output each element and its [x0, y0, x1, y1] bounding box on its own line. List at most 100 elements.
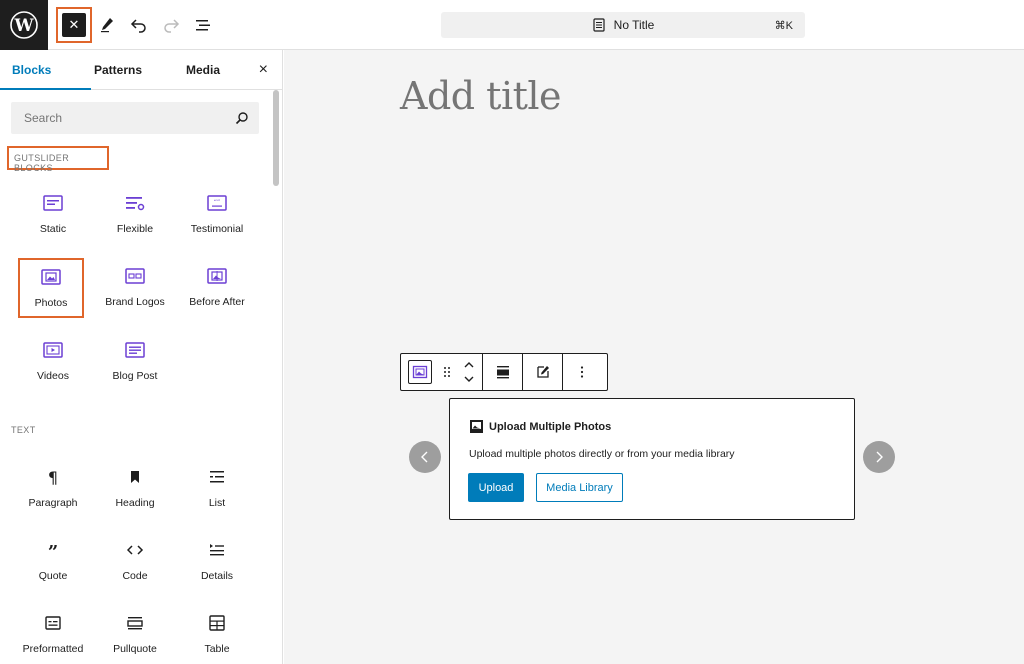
block-label: Preformatted: [22, 643, 84, 655]
panel-scrollbar[interactable]: [273, 90, 279, 186]
block-label: Brand Logos: [105, 296, 165, 308]
block-label: Paragraph: [28, 497, 78, 509]
block-label: List: [208, 497, 226, 509]
tools-button[interactable]: [92, 10, 122, 40]
edit-icon: [536, 366, 549, 378]
redo-button[interactable]: [156, 10, 186, 40]
block-details[interactable]: Details: [176, 531, 258, 597]
align-button[interactable]: [491, 354, 515, 390]
tab-patterns[interactable]: Patterns: [94, 50, 142, 90]
editor-header: W ✕ No Title ⌘K: [0, 0, 1024, 50]
block-code[interactable]: Code: [94, 531, 176, 597]
block-toolbar: [400, 353, 608, 391]
gallery-icon: [470, 420, 483, 433]
paragraph-icon: ¶: [48, 468, 58, 486]
block-label: Quote: [38, 570, 68, 582]
wordpress-logo-icon[interactable]: W: [0, 0, 48, 50]
gutslider-blocks-heading: GUTSLIDER BLOCKS: [7, 146, 109, 173]
block-pullquote[interactable]: Pullquote: [94, 604, 176, 664]
redo-icon: [164, 19, 180, 33]
static-slider-icon: [43, 195, 63, 211]
block-label: Testimonial: [190, 223, 244, 235]
block-label: Flexible: [116, 223, 154, 235]
svg-text:”: ”: [48, 542, 58, 559]
block-type-button[interactable]: [408, 360, 432, 384]
drag-handle[interactable]: [438, 354, 456, 390]
pencil-icon: [101, 18, 113, 33]
placeholder-title: Upload Multiple Photos: [469, 419, 611, 434]
undo-button[interactable]: [124, 10, 154, 40]
chevron-right-icon: [876, 451, 883, 463]
media-library-button[interactable]: Media Library: [536, 473, 623, 502]
block-label: Details: [200, 570, 234, 582]
command-shortcut: ⌘K: [774, 19, 793, 32]
block-videos[interactable]: Videos: [12, 331, 94, 397]
search-icon: [235, 112, 248, 125]
upload-photos-placeholder: Upload Multiple Photos Upload multiple p…: [449, 398, 855, 520]
block-blog-post[interactable]: Blog Post: [94, 331, 176, 397]
list-view-icon: [196, 20, 210, 31]
block-list[interactable]: List: [176, 458, 258, 524]
block-inserter-panel: Blocks Patterns Media × GUTSLIDER BLOCKS…: [0, 50, 283, 664]
block-flexible[interactable]: Flexible: [94, 184, 176, 250]
placeholder-title-text: Upload Multiple Photos: [489, 420, 612, 433]
block-label: Code: [122, 570, 148, 582]
close-icon: ✕: [68, 17, 80, 32]
block-paragraph[interactable]: ¶ Paragraph: [12, 458, 94, 524]
code-icon: [126, 545, 144, 555]
before-after-icon: [207, 268, 227, 284]
block-testimonial[interactable]: “” Testimonial: [176, 184, 258, 250]
drag-handle-icon: [444, 367, 450, 377]
block-quote[interactable]: ” Quote: [12, 531, 94, 597]
more-vertical-icon: [580, 366, 584, 378]
align-icon: [496, 366, 509, 379]
photos-icon: [41, 269, 61, 285]
tab-blocks[interactable]: Blocks: [0, 50, 93, 90]
post-title-placeholder[interactable]: Add title: [400, 74, 562, 118]
options-group: [563, 354, 601, 390]
blog-post-icon: [125, 342, 145, 358]
close-panel-button[interactable]: ×: [259, 62, 268, 78]
block-label: Blog Post: [112, 370, 158, 382]
align-group: [483, 354, 523, 390]
chevron-up-icon[interactable]: [462, 358, 476, 372]
block-before-after[interactable]: Before After: [176, 257, 258, 323]
upload-button[interactable]: Upload: [468, 473, 524, 502]
videos-icon: [43, 342, 63, 358]
block-label: Videos: [37, 370, 69, 382]
photos-icon: [412, 365, 428, 379]
block-brand-logos[interactable]: Brand Logos: [94, 257, 176, 323]
details-icon: [210, 544, 224, 556]
block-label: Photos: [34, 297, 68, 309]
block-photos[interactable]: Photos: [18, 258, 84, 318]
editor-canvas: Add title Upload Multiple Photos Upload …: [284, 50, 1024, 664]
mover-buttons: [456, 358, 482, 386]
brand-logos-icon: [125, 268, 145, 284]
close-inserter-button[interactable]: ✕: [56, 7, 92, 43]
chevron-down-icon[interactable]: [462, 372, 476, 386]
edit-button[interactable]: [531, 354, 555, 390]
inserter-tabs: Blocks Patterns Media ×: [0, 50, 282, 90]
svg-text:“”: “”: [214, 199, 220, 206]
svg-text:¶: ¶: [48, 468, 58, 486]
slider-prev-button[interactable]: [409, 441, 441, 473]
heading-icon: [131, 471, 139, 483]
block-static[interactable]: Static: [12, 184, 94, 250]
block-label: Before After: [189, 296, 245, 308]
page-icon: [593, 18, 605, 32]
pullquote-icon: [127, 617, 143, 630]
search-input[interactable]: [11, 102, 221, 134]
block-label: Table: [204, 643, 230, 655]
list-icon: [210, 471, 224, 483]
block-preformatted[interactable]: Preformatted: [12, 604, 94, 664]
block-heading[interactable]: Heading: [94, 458, 176, 524]
testimonial-icon: “”: [207, 195, 227, 211]
document-title: No Title: [613, 18, 655, 32]
block-table[interactable]: Table: [176, 604, 258, 664]
document-overview-button[interactable]: [188, 10, 218, 40]
tab-media[interactable]: Media: [186, 50, 220, 90]
block-label: Pullquote: [113, 643, 157, 655]
slider-next-button[interactable]: [863, 441, 895, 473]
document-bar[interactable]: No Title ⌘K: [441, 12, 805, 38]
block-options-button[interactable]: [570, 354, 594, 390]
